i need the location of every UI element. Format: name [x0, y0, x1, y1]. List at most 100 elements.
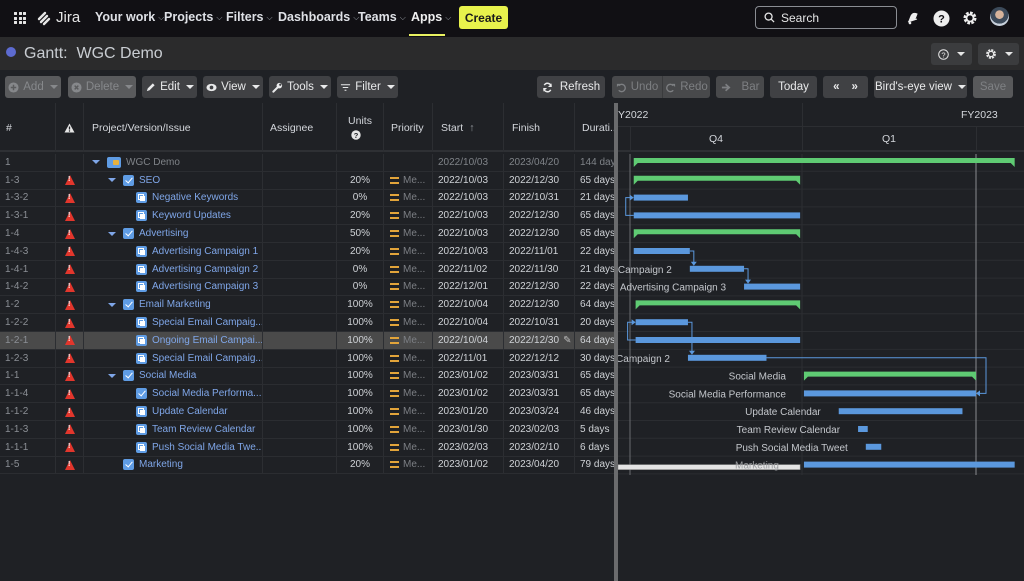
warning-icon[interactable]	[64, 406, 75, 417]
table-row[interactable]: 1-2-3 Special Email Campaig... 100% Me... 20…	[0, 349, 614, 368]
finish-date-cell[interactable]: 2022/11/01	[504, 243, 575, 260]
table-row[interactable]: 1-5 Marketing 20% Me... 2023/01/022023/04/20…	[0, 456, 614, 475]
start-date-cell[interactable]: 2022/12/01	[433, 278, 504, 296]
bar-label[interactable]: Social Media Performance	[669, 389, 787, 400]
finish-date-cell[interactable]: 2022/10/31	[504, 189, 575, 207]
priority-cell[interactable]: Me...	[384, 171, 433, 189]
issue-link[interactable]: Advertising Campaign 3	[152, 281, 258, 292]
today-button[interactable]: Today	[770, 76, 817, 98]
issue-link[interactable]: Social Media	[139, 370, 196, 381]
issue-link[interactable]: Keyword Updates	[152, 210, 231, 221]
issue-link[interactable]: Advertising Campaign 2	[152, 264, 258, 275]
start-date-cell[interactable]: 2022/10/03	[433, 207, 504, 225]
finish-date-cell[interactable]: 2023/04/20	[504, 154, 575, 171]
warning-icon[interactable]	[64, 228, 75, 239]
finish-date-cell[interactable]: 2022/12/30	[504, 171, 575, 189]
finish-date-cell[interactable]: 2022/12/30 ✎	[504, 332, 575, 349]
col-header-units[interactable]: Units ?	[337, 103, 384, 152]
issue-link[interactable]: WGC Demo	[126, 157, 180, 168]
finish-date-cell[interactable]: 2023/02/10	[504, 438, 575, 456]
app-switcher-icon[interactable]	[14, 12, 26, 24]
units-cell[interactable]: 100%	[337, 421, 384, 438]
expand-collapse-icon[interactable]	[108, 302, 116, 307]
help-icon[interactable]: ?	[932, 9, 950, 27]
issue-name-cell[interactable]: Keyword Updates	[84, 207, 263, 225]
warning-icon[interactable]	[64, 424, 75, 435]
view-button[interactable]: View	[203, 76, 263, 98]
start-date-cell[interactable]: 2023/01/02	[433, 385, 504, 403]
table-row[interactable]: 1-3-2Negative Keywords0%Me...2022/10/032…	[0, 189, 614, 208]
warning-icon[interactable]	[64, 388, 75, 399]
col-header-id[interactable]: #	[0, 103, 56, 152]
issue-name-cell[interactable]: Social Media Performa...	[84, 385, 263, 403]
issue-name-cell[interactable]: Marketing	[84, 456, 263, 474]
warning-icon[interactable]	[64, 299, 75, 310]
finish-date-cell[interactable]: 2022/12/30	[504, 225, 575, 242]
bar-label[interactable]: Team Review Calendar	[737, 425, 841, 436]
task-bar[interactable]	[635, 319, 688, 326]
assignee-cell[interactable]	[263, 189, 337, 207]
priority-cell[interactable]: Me...	[384, 207, 433, 225]
finish-date-cell[interactable]: 2023/03/24	[504, 403, 575, 420]
priority-cell[interactable]: Me...	[384, 421, 433, 438]
priority-cell[interactable]: Me...	[384, 243, 433, 260]
tools-button[interactable]: Tools	[269, 76, 331, 98]
table-row[interactable]: 1-4-1 Advertising Campaign 2 0% Me... 2022/1…	[0, 260, 614, 279]
table-row[interactable]: 1 WGC Demo 2022/10/032023/04/20 144 days	[0, 154, 614, 172]
col-header-assignee[interactable]: Assignee	[263, 103, 337, 152]
bar-button[interactable]: Bar	[716, 76, 764, 98]
table-row[interactable]: 1-2-1 Ongoing Email Campai... 100% Me... 202…	[0, 332, 614, 350]
edit-pencil-icon[interactable]: ✎	[563, 335, 571, 346]
finish-date-cell[interactable]: 2022/12/12	[504, 349, 575, 367]
assignee-cell[interactable]	[263, 314, 337, 331]
task-bar[interactable]	[744, 283, 801, 290]
next-period-button[interactable]: »	[852, 81, 858, 93]
units-cell[interactable]: 20%	[337, 207, 384, 225]
units-cell[interactable]: 0%	[337, 260, 384, 278]
finish-date-cell[interactable]: 2023/03/31	[504, 385, 575, 403]
assignee-cell[interactable]	[263, 278, 337, 296]
summary-bar[interactable]	[803, 371, 976, 381]
task-bar[interactable]	[803, 461, 1015, 468]
warning-icon[interactable]	[64, 353, 75, 364]
priority-cell[interactable]: Me...	[384, 225, 433, 242]
warning-icon[interactable]	[64, 192, 75, 203]
table-row[interactable]: 1-2 Email Marketing 100% Me... 2022/10/04202…	[0, 296, 614, 315]
finish-date-cell[interactable]: 2023/04/20	[504, 456, 575, 474]
table-row[interactable]: 1-1-1 Push Social Media Twe... 100% Me... 20…	[0, 438, 614, 457]
start-date-cell[interactable]: 2022/10/03	[433, 225, 504, 242]
nav-dashboards[interactable]: Dashboards ⌵	[278, 10, 359, 24]
finish-date-cell[interactable]: 2022/12/30	[504, 296, 575, 314]
table-row[interactable]: 1-4 Advertising 50% Me... 2022/10/032022/12/…	[0, 225, 614, 243]
issue-link[interactable]: Ongoing Email Campai...	[152, 335, 262, 346]
delete-button[interactable]: Delete	[68, 76, 136, 98]
issue-link[interactable]: Negative Keywords	[152, 192, 238, 203]
nav-your-work[interactable]: Your work ⌵	[95, 10, 164, 24]
assignee-cell[interactable]	[263, 332, 337, 349]
assignee-cell[interactable]	[263, 225, 337, 242]
settings-icon[interactable]	[961, 9, 979, 27]
finish-date-cell[interactable]: 2022/12/30	[504, 207, 575, 225]
priority-cell[interactable]: Me...	[384, 189, 433, 207]
assignee-cell[interactable]	[263, 421, 337, 438]
filter-button[interactable]: Filter	[337, 76, 398, 98]
units-cell[interactable]: 100%	[337, 349, 384, 367]
priority-cell[interactable]: Me...	[384, 296, 433, 314]
start-date-cell[interactable]: 2022/10/03	[433, 189, 504, 207]
task-bar[interactable]	[858, 426, 868, 432]
start-date-cell[interactable]: 2022/10/03	[433, 243, 504, 260]
task-bar[interactable]	[633, 248, 690, 254]
priority-cell[interactable]: Me...	[384, 349, 433, 367]
priority-cell[interactable]: Me...	[384, 278, 433, 296]
save-button[interactable]: Save	[973, 76, 1013, 98]
issue-name-cell[interactable]: Ongoing Email Campai...	[84, 332, 263, 349]
nav-apps[interactable]: Apps ⌵	[411, 10, 451, 24]
assignee-cell[interactable]	[263, 456, 337, 474]
start-date-cell[interactable]: 2022/10/04	[433, 296, 504, 314]
issue-name-cell[interactable]: Social Media	[84, 367, 263, 385]
priority-cell[interactable]	[384, 154, 433, 171]
warning-icon[interactable]	[64, 246, 75, 257]
notifications-icon[interactable]	[904, 9, 922, 27]
table-row[interactable]: 1-4-3 Advertising Campaign 1 20% Me... 2022/…	[0, 243, 614, 261]
bar-label[interactable]: Advertising Campaign 2	[618, 265, 672, 276]
